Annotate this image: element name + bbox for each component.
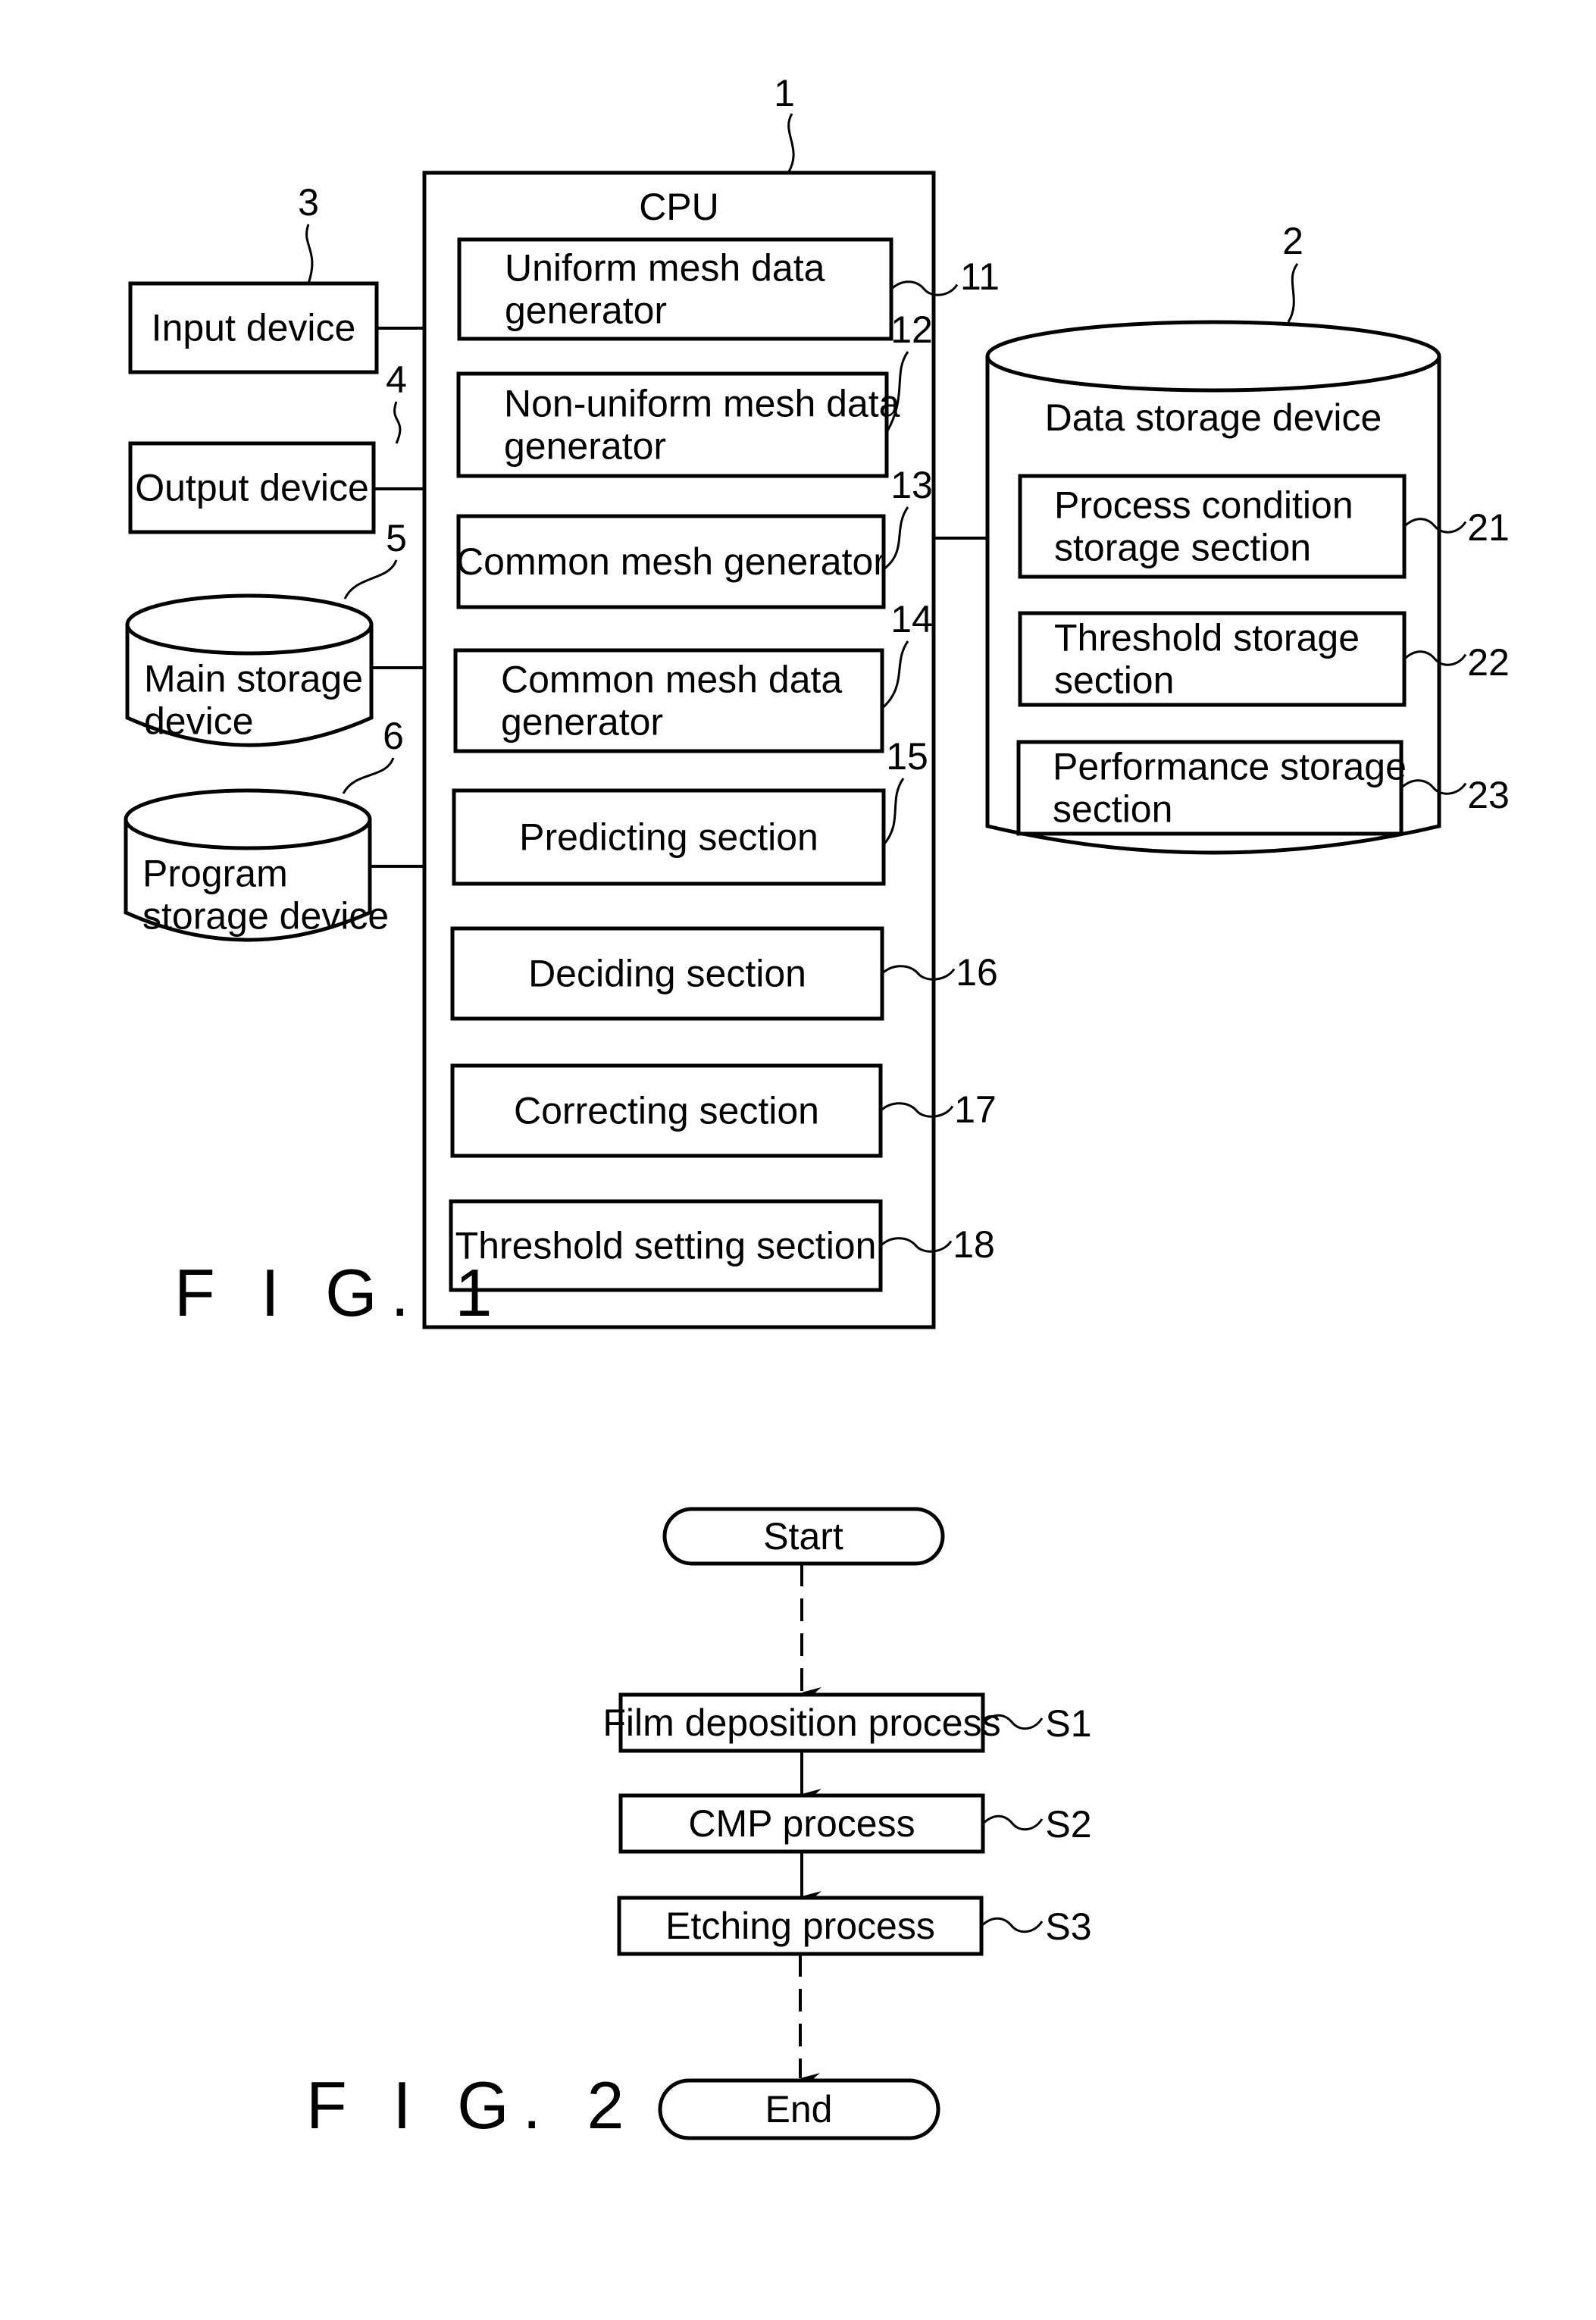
section-ref: 22 [1467,641,1510,684]
step-ref: S3 [1045,1905,1091,1948]
module-leader-line [890,280,959,296]
device-leader-line [343,559,398,600]
device-label-line: Program [142,853,288,895]
section-label-line: Process condition [1054,484,1353,527]
cpu-module-13: Common mesh generator13 [456,464,933,609]
figure-1-caption: F I G. 1 [174,1255,505,1330]
data-storage-top [985,320,1441,393]
step-label: Film deposition process [602,1702,1000,1744]
module-label-line: generator [505,290,667,332]
module-ref: 16 [956,951,998,994]
step-leader-line [980,1917,1044,1933]
module-label-line: Non-uniform mesh data [504,383,900,425]
module-leader-line [881,640,909,709]
device-leader-line [393,401,402,444]
module-label-line: Uniform mesh data [505,247,825,290]
data-storage-title: Data storage device [1045,396,1382,439]
module-label-line: Predicting section [519,816,818,859]
module-label-line: Correcting section [514,1090,819,1132]
device-ref: 4 [386,358,407,401]
section-ref: 21 [1467,506,1510,549]
flow-step-s3: Etching process S3 [617,1896,1092,1956]
figure-2-caption: F I G. 2 [306,2068,637,2143]
peripheral-5: Main storagedevice 5 [125,517,424,747]
cpu-ref: 1 [774,72,795,114]
peripheral-6: Programstorage device 6 [124,715,424,942]
module-leader-line [879,1237,953,1253]
flow-step-s2: CMP process S2 [618,1793,1092,1902]
section-label-line: section [1054,659,1174,702]
peripheral-devices: Input device 3 Output device 4 Main storaged… [124,181,424,942]
device-label-line: Output device [135,467,369,509]
cpu-module-17: Correcting section 17 [450,1063,997,1158]
module-label-line: Common mesh generator [456,540,886,583]
step-leader-line [981,1814,1044,1831]
cpu-modules: Uniform mesh datagenerator11Non-uniform … [449,237,1000,1292]
module-ref: 13 [890,464,933,506]
module-ref: 18 [953,1223,995,1266]
device-label-line: Input device [152,307,356,349]
device-ref: 3 [298,181,319,224]
device-ref: 6 [383,715,404,757]
cpu-module-16: Deciding section 16 [450,926,998,1021]
cpu-module-14: Common mesh datagenerator 14 [453,598,933,753]
module-ref: 12 [890,308,933,351]
module-ref: 17 [954,1088,997,1131]
cylinder-top [125,593,374,656]
cpu-leader-line [787,113,795,174]
cpu-module-18: Threshold setting section 18 [449,1199,995,1292]
module-ref: 11 [960,255,1000,298]
end-label: End [765,2088,833,2131]
module-label-line: Common mesh data [501,659,842,701]
peripheral-3: Input device 3 [128,181,424,374]
flow-steps: Film deposition process S1 CMP process S2 Et… [602,1692,1092,1956]
cylinder-top [124,788,372,850]
figure-2: Start Film deposition process S1 CMP proce… [306,1507,1092,2143]
start-label: Start [763,1515,843,1558]
section-ref: 23 [1467,774,1510,816]
data-storage-ref: 2 [1282,220,1303,262]
cpu-title: CPU [639,186,719,228]
module-label-line: Threshold setting section [455,1225,877,1267]
figure-1: CPU 1 Uniform mesh datagenerator11Non-un… [124,72,1510,1330]
device-ref: 5 [386,517,407,559]
section-label-line: storage section [1054,527,1311,569]
step-ref: S1 [1045,1702,1091,1745]
module-leader-line [883,506,909,571]
module-leader-line [881,965,956,981]
device-label-line: Main storage [144,658,363,700]
module-label-line: generator [504,425,666,468]
step-ref: S2 [1045,1803,1091,1846]
module-label-line: Deciding section [528,953,806,995]
device-leader-line [342,757,395,794]
device-leader-line [305,224,314,284]
module-ref: 15 [886,735,928,778]
device-label-line: storage device [142,895,389,938]
section-label-line: Threshold storage [1054,617,1360,659]
module-label-line: generator [501,701,663,744]
patent-drawing-sheet: CPU 1 Uniform mesh datagenerator11Non-un… [124,72,1510,2143]
section-label-line: section [1053,788,1172,831]
device-label-line: device [144,700,254,743]
cpu-module-15: Predicting section 15 [452,735,928,886]
flow-step-s1: Film deposition process S1 [602,1692,1092,1799]
step-label: Etching process [665,1905,935,1947]
module-leader-line [882,778,905,846]
module-ref: 14 [890,598,933,640]
section-label-line: Performance storage [1053,746,1407,788]
peripheral-4: Output device 4 [128,358,424,534]
step-label: CMP process [688,1802,915,1845]
module-leader-line [879,1102,954,1118]
data-storage-leader-line [1287,263,1299,323]
